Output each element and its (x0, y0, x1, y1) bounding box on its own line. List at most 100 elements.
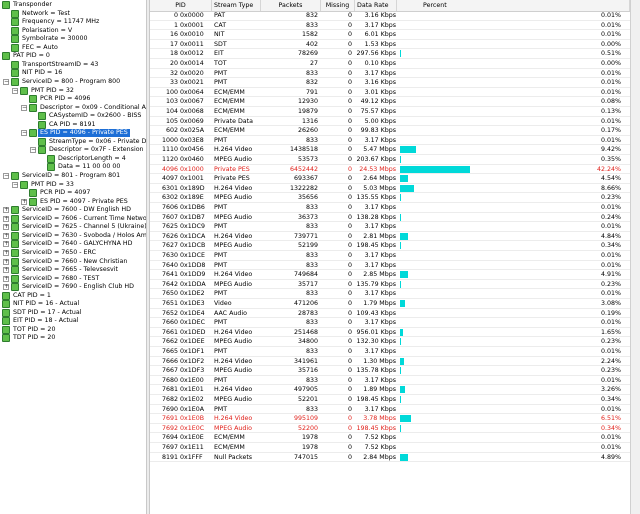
tree-node[interactable]: CASystemID = 0x2600 - BISS (0, 112, 146, 121)
collapse-icon[interactable]: − (3, 173, 9, 179)
tree-node[interactable]: + ServiceID = 7665 - Televsesvit (0, 266, 146, 275)
tree-node[interactable]: TDT PID = 20 (0, 334, 146, 343)
tree-node[interactable]: + ServiceID = 7660 - New Christian (0, 257, 146, 266)
expand-icon[interactable]: + (3, 215, 9, 222)
table-row[interactable]: 7661 0x1DED H.264 Video 251468 0 956.01 Kbps 1… (150, 328, 630, 338)
table-row[interactable]: 602 0x025A ECM/EMM 26260 0 99.83 Kbps 0.17% (150, 126, 630, 136)
collapse-icon[interactable]: − (3, 78, 9, 85)
table-row[interactable]: 7642 0x1DDA MPEG Audio 35717 0 135.79 Kbps 0.2… (150, 280, 630, 290)
tree-node[interactable]: + ServiceID = 7650 - ERC (0, 248, 146, 257)
table-row[interactable]: 7606 0x1DB6 PMT 833 0 3.17 Kbps 0.01% (150, 203, 630, 213)
table-row[interactable]: 104 0x0068 ECM/EMM 19879 0 75.57 Kbps 0.13% (150, 107, 630, 117)
tree-node[interactable]: Transponder (0, 1, 146, 9)
stream-tree[interactable]: Transponder Network = Test Frequency = 117… (0, 0, 146, 514)
tree-node[interactable]: − ES PID = 4096 - Private PES (0, 129, 146, 138)
table-row[interactable]: 0 0x0000 PAT 832 0 3.16 Kbps 0.01% (150, 11, 630, 21)
vertical-scrollbar[interactable] (630, 0, 640, 514)
expand-icon[interactable]: + (3, 224, 9, 231)
table-row[interactable]: 32 0x0020 PMT 833 0 3.17 Kbps 0.01% (150, 69, 630, 79)
tree-node[interactable]: Network = Test (0, 9, 146, 18)
table-row[interactable]: 7666 0x1DF2 H.264 Video 341961 0 1.30 Mbps 2.2… (150, 357, 630, 367)
expand-icon[interactable]: + (3, 284, 9, 291)
table-row[interactable]: 7607 0x1DB7 MPEG Audio 36373 0 138.28 Kbps 0.2… (150, 213, 630, 223)
collapse-icon[interactable]: − (21, 104, 27, 111)
table-row[interactable]: 7697 0x1E11 ECM/EMM 1978 0 7.52 Kbps 0.01% (150, 443, 630, 453)
collapse-icon[interactable]: − (21, 130, 27, 137)
table-row[interactable]: 7626 0x1DCA H.264 Video 739771 0 2.81 Mbps 4.8… (150, 232, 630, 242)
col-percent[interactable]: Percent (397, 0, 630, 11)
table-row[interactable]: 33 0x0021 PMT 832 0 3.16 Kbps 0.01% (150, 78, 630, 88)
table-row[interactable]: 7651 0x1DE3 Video 471206 0 1.79 Mbps 3.08% (150, 299, 630, 309)
table-row[interactable]: 7665 0x1DF1 PMT 833 0 3.17 Kbps 0.01% (150, 347, 630, 357)
table-row[interactable]: 7680 0x1E00 PMT 833 0 3.17 Kbps 0.01% (150, 376, 630, 386)
table-row[interactable]: 7630 0x1DCE PMT 833 0 3.17 Kbps 0.01% (150, 251, 630, 261)
tree-node[interactable]: + ServiceID = 7690 - English Club HD (0, 283, 146, 292)
table-row[interactable]: 7640 0x1DD8 PMT 833 0 3.17 Kbps 0.01% (150, 261, 630, 271)
table-row[interactable]: 7662 0x1DEE MPEG Audio 34800 0 132.30 Kbps 0.2… (150, 337, 630, 347)
col-missing[interactable]: Missing (321, 0, 355, 11)
tree-node[interactable]: Polarisation = V (0, 26, 146, 35)
tree-node[interactable]: Symbolrate = 30000 (0, 35, 146, 44)
expand-icon[interactable]: + (3, 258, 9, 265)
table-row[interactable]: 105 0x0069 Private Data 1316 0 5.00 Kbps 0.01% (150, 117, 630, 127)
col-data-rate[interactable]: Data Rate (355, 0, 397, 11)
tree-node[interactable]: − PMT PID = 32 (0, 86, 146, 95)
collapse-icon[interactable]: − (12, 181, 18, 188)
table-row[interactable]: 7652 0x1DE4 AAC Audio 28783 0 109.43 Kbps 0.19… (150, 309, 630, 319)
expand-icon[interactable]: + (3, 249, 9, 256)
table-row[interactable]: 7667 0x1DF3 MPEG Audio 35716 0 135.78 Kbps 0.2… (150, 366, 630, 376)
table-row[interactable]: 20 0x0014 TOT 27 0 0.10 Kbps 0.00% (150, 59, 630, 69)
col-stream-type[interactable]: Stream Type (212, 0, 261, 11)
table-row[interactable]: 7660 0x1DEC PMT 833 0 3.17 Kbps 0.01% (150, 318, 630, 328)
table-row[interactable]: 7625 0x1DC9 PMT 833 0 3.17 Kbps 0.01% (150, 222, 630, 232)
table-row[interactable]: 7641 0x1DD9 H.264 Video 749684 0 2.85 Mbps 4.9… (150, 270, 630, 280)
tree-node[interactable]: Frequency = 11747 MHz (0, 18, 146, 27)
table-row[interactable]: 7694 0x1E0E ECM/EMM 1978 0 7.52 Kbps 0.01% (150, 433, 630, 443)
expand-icon[interactable]: + (3, 275, 9, 282)
expand-icon[interactable]: + (3, 241, 9, 248)
table-row[interactable]: 6301 0x189D H.264 Video 1322282 0 5.03 Mbps 8.… (150, 184, 630, 194)
table-row[interactable]: 7627 0x1DCB MPEG Audio 52199 0 198.45 Kbps 0.3… (150, 241, 630, 251)
table-row[interactable]: 18 0x0012 EIT 78269 0 297.56 Kbps 0.51% (150, 49, 630, 59)
tree-node[interactable]: CA PID = 8191 (0, 120, 146, 129)
table-row[interactable]: 100 0x0064 ECM/EMM 791 0 3.01 Kbps 0.01% (150, 88, 630, 98)
table-row[interactable]: 7690 0x1E0A PMT 833 0 3.17 Kbps 0.01% (150, 405, 630, 415)
tree-node[interactable]: NIT PID = 16 - Actual (0, 300, 146, 309)
table-row[interactable]: 7650 0x1DE2 PMT 833 0 3.17 Kbps 0.01% (150, 289, 630, 299)
tree-node[interactable]: CAT PID = 1 (0, 291, 146, 300)
tree-node[interactable]: Data = 11 00 00 00 (0, 163, 146, 172)
tree-node[interactable]: DescriptorLength = 4 (0, 154, 146, 163)
tree-node[interactable]: + ServiceID = 7640 - GALYCHYNA HD (0, 240, 146, 249)
table-row[interactable]: 16 0x0010 NIT 1582 0 6.01 Kbps 0.01% (150, 30, 630, 40)
tree-node[interactable]: StreamType = 0x06 - Private Data Stre (0, 137, 146, 146)
tree-node[interactable]: + ServiceID = 7630 - Svoboda / Holos Amer… (0, 231, 146, 240)
table-row[interactable]: 1 0x0001 CAT 833 0 3.17 Kbps 0.01% (150, 21, 630, 31)
tree-node[interactable]: PAT PID = 0 (0, 52, 146, 61)
tree-node[interactable]: SDT PID = 17 - Actual (0, 308, 146, 317)
table-row[interactable]: 1000 0x03E8 PMT 833 0 3.17 Kbps 0.01% (150, 136, 630, 146)
tree-node[interactable]: NIT PID = 16 (0, 69, 146, 78)
tree-node[interactable]: PCR PID = 4096 (0, 95, 146, 104)
expand-icon[interactable]: + (3, 267, 9, 274)
tree-node[interactable]: FEC = Auto (0, 43, 146, 52)
collapse-icon[interactable]: − (30, 147, 36, 154)
table-row[interactable]: 7692 0x1E0C MPEG Audio 52200 0 198.45 Kbps 0.3… (150, 424, 630, 434)
col-pid[interactable]: PID (150, 0, 212, 11)
tree-node[interactable]: + ServiceID = 7680 - TEST (0, 274, 146, 283)
tree-node[interactable]: − PMT PID = 33 (0, 180, 146, 189)
collapse-icon[interactable]: − (12, 87, 18, 94)
table-row[interactable]: 8191 0x1FFF Null Packets 747015 0 2.84 Mbps 4.… (150, 453, 630, 463)
tree-node[interactable]: EIT PID = 18 - Actual (0, 317, 146, 326)
table-row[interactable]: 7681 0x1E01 H.264 Video 497905 0 1.89 Mbps 3.2… (150, 385, 630, 395)
tree-node[interactable]: − ServiceID = 800 - Program 800 (0, 77, 146, 86)
tree-node[interactable]: + ServiceID = 7606 - Current Time Network (0, 214, 146, 223)
table-row[interactable]: 4097 0x1001 Private PES 693367 0 2.64 Mbps 4.5… (150, 174, 630, 184)
table-row[interactable]: 1120 0x0460 MPEG Audio 53573 0 203.67 Kbps 0.3… (150, 155, 630, 165)
table-row[interactable]: 7691 0x1E0B H.264 Video 995109 0 3.78 Mbps 6.5… (150, 414, 630, 424)
tree-node[interactable]: + ES PID = 4097 - Private PES (0, 197, 146, 206)
col-packets[interactable]: Packets (261, 0, 321, 11)
tree-node[interactable]: − ServiceID = 801 - Program 801 (0, 172, 146, 180)
table-row[interactable]: 6302 0x189E MPEG Audio 35656 0 135.55 Kbps 0.2… (150, 193, 630, 203)
tree-node[interactable]: + ServiceID = 7600 - DW English HD (0, 206, 146, 215)
expand-icon[interactable]: + (3, 232, 9, 239)
